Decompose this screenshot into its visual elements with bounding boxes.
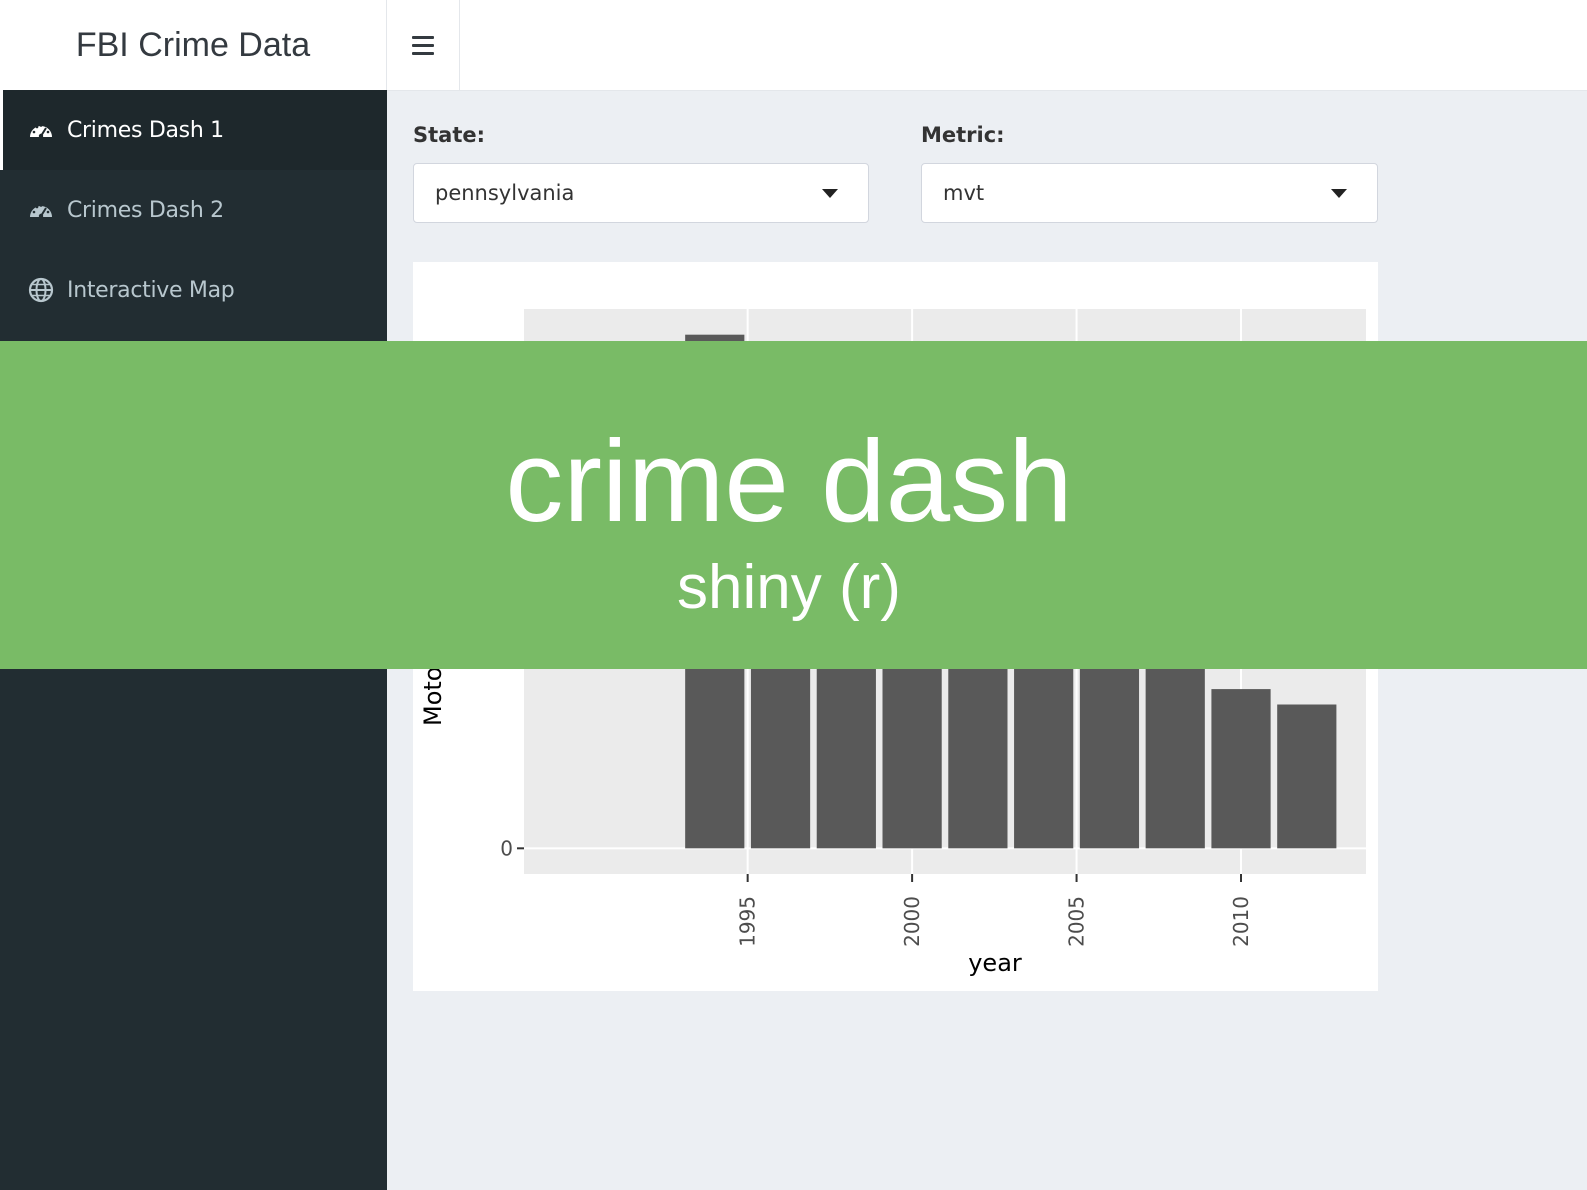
x-tick-label: 1995 [736, 896, 760, 947]
x-tick-label: 2000 [900, 896, 924, 947]
metric-select-value: mvt [943, 181, 985, 205]
bar [1277, 704, 1337, 849]
chevron-down-icon [1331, 189, 1347, 198]
banner-subtitle: shiny (r) [677, 553, 901, 622]
app-title: FBI Crime Data [0, 0, 387, 90]
state-select-value: pennsylvania [435, 181, 575, 205]
dashboard-gauge-icon [30, 204, 52, 219]
x-tick-label: 2010 [1229, 896, 1253, 947]
metric-label: Metric: [921, 123, 1005, 147]
top-navbar: FBI Crime Data [0, 0, 1587, 91]
sidebar-item-crimes-dash-2[interactable]: Crimes Dash 2 [0, 170, 387, 250]
dashboard-gauge-icon [30, 124, 52, 139]
sidebar-item-crimes-dash-1[interactable]: Crimes Dash 1 [0, 90, 387, 170]
bar [1211, 689, 1271, 849]
hamburger-menu-icon[interactable] [387, 0, 460, 90]
chevron-down-icon [822, 189, 838, 198]
sidebar-item-interactive-map[interactable]: Interactive Map [0, 250, 387, 330]
x-axis-label: year [968, 949, 1022, 977]
sidebar-item-label: Crimes Dash 1 [67, 117, 224, 143]
y-tick-label: 0 [500, 836, 513, 860]
sidebar-item-label: Interactive Map [67, 277, 235, 303]
metric-select[interactable]: mvt [921, 163, 1378, 223]
x-tick-label: 2005 [1065, 896, 1089, 947]
state-select[interactable]: pennsylvania [413, 163, 869, 223]
y-axis-label: Moto [419, 667, 447, 726]
state-label: State: [413, 123, 486, 147]
globe-icon [28, 277, 54, 303]
sidebar-item-label: Crimes Dash 2 [67, 197, 224, 223]
banner-title: crime dash [505, 416, 1073, 546]
